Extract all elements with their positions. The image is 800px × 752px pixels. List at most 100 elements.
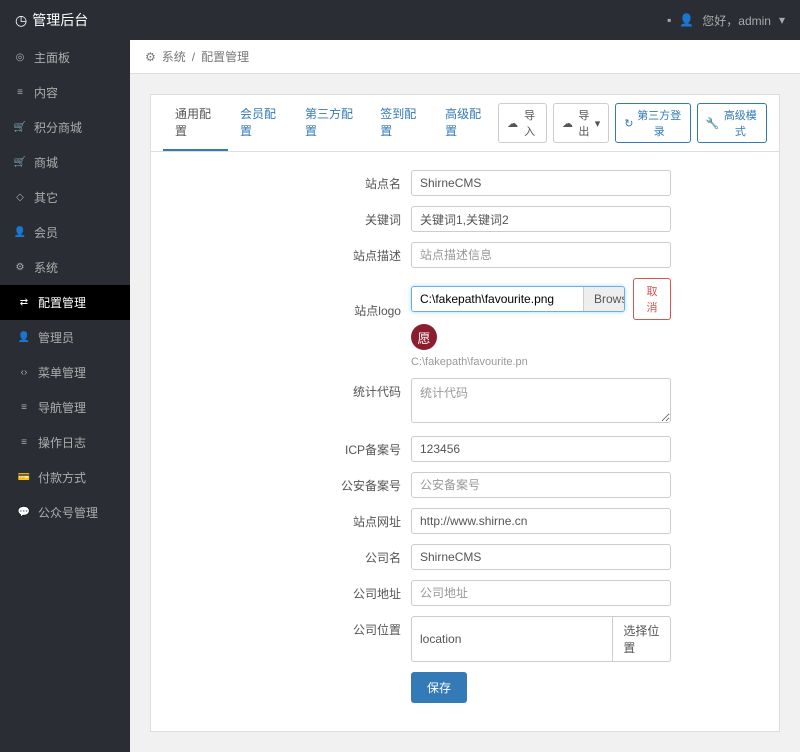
logo-preview: 愿 (411, 324, 437, 350)
sidebar-item-label: 菜单管理 (38, 364, 86, 381)
sidebar-sub-config[interactable]: ⇄ 配置管理 (0, 285, 130, 320)
content-icon: ≡ (14, 87, 26, 99)
tab-general[interactable]: 通用配置 (163, 95, 228, 151)
sidebar-item-label: 配置管理 (38, 294, 86, 311)
topbar: ◷ 管理后台 ▪ 👤 您好，admin ▾ (0, 0, 800, 40)
topbar-right[interactable]: ▪ 👤 您好，admin ▾ (667, 12, 785, 29)
logo-file-box: Browse (411, 286, 625, 312)
caret-down-icon[interactable]: ▾ (779, 13, 785, 27)
sidebar-item-mall[interactable]: 🛒商城 (0, 145, 130, 180)
sidebar-item-content[interactable]: ≡ 内容 (0, 75, 130, 110)
police-label: 公安备案号 (151, 472, 411, 494)
save-button[interactable]: 保存 (411, 672, 467, 703)
location-input[interactable] (411, 616, 613, 662)
stats-textarea[interactable] (411, 378, 671, 423)
user-icon: 👤 (679, 13, 694, 27)
sidebar-item-label: 付款方式 (38, 469, 86, 486)
url-input[interactable] (411, 508, 671, 534)
advanced-mode-button[interactable]: 🔧高级模式 (697, 103, 767, 143)
sidebar-item-label: 导航管理 (38, 399, 86, 416)
tab-signin[interactable]: 签到配置 (368, 95, 433, 151)
button-label: 高级模式 (723, 107, 758, 139)
tab-member[interactable]: 会员配置 (228, 95, 293, 151)
greeting: 您好，admin (702, 12, 771, 29)
sidebar-item-dashboard[interactable]: ◎主面板 (0, 40, 130, 75)
icp-input[interactable] (411, 436, 671, 462)
import-button[interactable]: ☁导入 (498, 103, 547, 143)
stats-label: 统计代码 (151, 378, 411, 400)
sidebar-sub-payment[interactable]: 💳 付款方式 (0, 460, 130, 495)
export-button[interactable]: ☁导出▾ (553, 103, 609, 143)
pick-location-button[interactable]: 选择位置 (613, 616, 671, 662)
browse-button[interactable]: Browse (583, 287, 625, 311)
gear-icon: ⚙ (14, 262, 26, 274)
main: ⚙ 系统 / 配置管理 通用配置 会员配置 第三方配置 签到配置 高级配置 ☁导… (130, 40, 800, 752)
code-icon: ‹› (18, 367, 30, 379)
panel: 通用配置 会员配置 第三方配置 签到配置 高级配置 ☁导入 ☁导出▾ ↻第三方登… (150, 94, 780, 732)
tab-third[interactable]: 第三方配置 (293, 95, 368, 151)
site-name-label: 站点名 (151, 170, 411, 192)
cloud-up-icon: ☁ (562, 117, 573, 130)
refresh-icon: ↻ (624, 117, 633, 130)
admin-icon: 👤 (18, 332, 30, 344)
other-icon: ◇ (14, 192, 26, 204)
bell-icon[interactable]: ▪ (667, 13, 671, 27)
sidebar-item-label: 其它 (34, 189, 58, 206)
sidebar-sub-log[interactable]: ≡ 操作日志 (0, 425, 130, 460)
panel-actions: ☁导入 ☁导出▾ ↻第三方登录 🔧高级模式 (498, 97, 767, 149)
brand: ◷ 管理后台 (15, 10, 88, 30)
logo-path-input[interactable] (412, 287, 583, 311)
icp-label: ICP备案号 (151, 436, 411, 458)
sidebar-item-label: 操作日志 (38, 434, 86, 451)
caret-down-icon: ▾ (595, 117, 601, 130)
list-icon: ≡ (18, 402, 30, 414)
tabs: 通用配置 会员配置 第三方配置 签到配置 高级配置 (163, 95, 498, 151)
sidebar-item-label: 内容 (34, 84, 58, 101)
sidebar-sub-nav[interactable]: ≡ 导航管理 (0, 390, 130, 425)
sidebar-item-other[interactable]: ◇ 其它 (0, 180, 130, 215)
sidebar-item-label: 会员 (34, 224, 58, 241)
sidebar-item-label: 管理员 (38, 329, 74, 346)
logo-label: 站点logo (151, 278, 411, 319)
sidebar-item-label: 积分商城 (34, 119, 82, 136)
keywords-input[interactable] (411, 206, 671, 232)
clock-icon: ◷ (15, 12, 27, 29)
cart-icon: 🛒 (14, 122, 26, 134)
breadcrumb: ⚙ 系统 / 配置管理 (130, 40, 800, 74)
description-input[interactable] (411, 242, 671, 268)
police-input[interactable] (411, 472, 671, 498)
sidebar-item-label: 主面板 (34, 49, 70, 66)
sidebar-item-system[interactable]: ⚙系统 (0, 250, 130, 285)
button-label: 导入 (521, 107, 538, 139)
third-login-button[interactable]: ↻第三方登录 (615, 103, 691, 143)
cloud-down-icon: ☁ (507, 117, 518, 130)
breadcrumb-root[interactable]: 系统 (162, 48, 186, 65)
wechat-icon: 💬 (18, 507, 30, 519)
brand-text: 管理后台 (32, 10, 88, 30)
sidebar-item-points-mall[interactable]: 🛒 积分商城 (0, 110, 130, 145)
address-label: 公司地址 (151, 580, 411, 602)
location-label: 公司位置 (151, 616, 411, 638)
button-label: 第三方登录 (636, 107, 681, 139)
user-icon: 👤 (14, 227, 26, 239)
card-icon: 💳 (18, 472, 30, 484)
sidebar-item-label: 公众号管理 (38, 504, 98, 521)
address-input[interactable] (411, 580, 671, 606)
sidebar: ◎主面板 ≡ 内容 🛒 积分商城 🛒商城 ◇ 其它 👤 会员 ⚙系统 ⇄ 配置管理 👤 管理… (0, 40, 130, 752)
url-label: 站点网址 (151, 508, 411, 530)
tab-advanced[interactable]: 高级配置 (433, 95, 498, 151)
logo-preview-path: C:\fakepath\favourite.pn (411, 356, 671, 368)
sidebar-sub-admin[interactable]: 👤 管理员 (0, 320, 130, 355)
config-form: 站点名 关键词 站点描述 站点logo Browse 取消 (151, 152, 779, 731)
button-label: 导出 (576, 107, 592, 139)
company-input[interactable] (411, 544, 671, 570)
sidebar-item-label: 商城 (34, 154, 58, 171)
cancel-upload-button[interactable]: 取消 (633, 278, 671, 320)
sidebar-sub-menu[interactable]: ‹› 菜单管理 (0, 355, 130, 390)
config-icon: ⇄ (18, 297, 30, 309)
sidebar-item-member[interactable]: 👤 会员 (0, 215, 130, 250)
breadcrumb-sep: / (192, 50, 195, 64)
log-icon: ≡ (18, 437, 30, 449)
sidebar-sub-wechat[interactable]: 💬 公众号管理 (0, 495, 130, 530)
site-name-input[interactable] (411, 170, 671, 196)
